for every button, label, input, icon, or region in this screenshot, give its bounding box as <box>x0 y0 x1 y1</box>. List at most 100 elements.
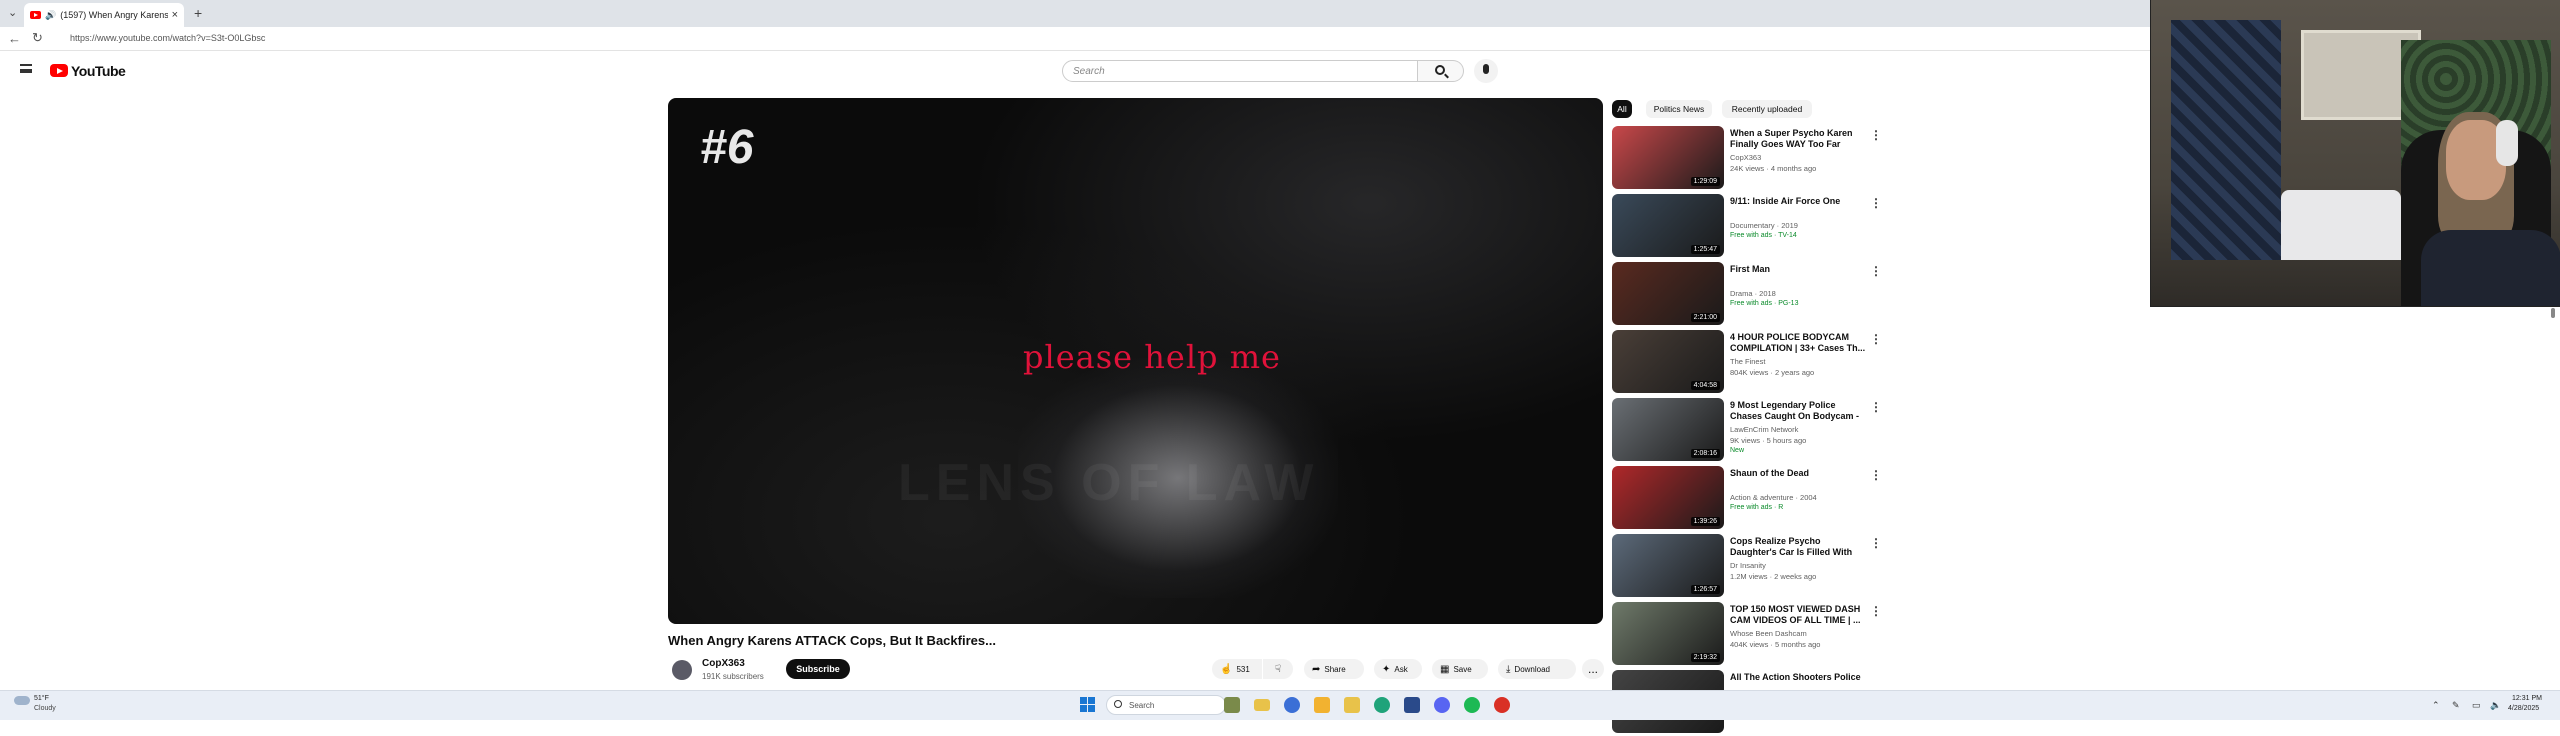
taskbar-discord-icon[interactable] <box>1434 697 1450 713</box>
taskbar-explorer-icon[interactable] <box>1344 697 1360 713</box>
tab-close-icon[interactable]: × <box>172 9 178 21</box>
taskbar-file-explorer-icon[interactable] <box>1254 699 1270 711</box>
weather-condition[interactable]: Cloudy <box>34 705 56 712</box>
save-button[interactable]: ▦ Save <box>1432 659 1488 679</box>
ask-button[interactable]: ✦ Ask <box>1374 659 1422 679</box>
more-options-icon[interactable]: ⋮ <box>1870 468 1882 482</box>
more-actions-button[interactable]: ... <box>1582 659 1604 679</box>
recommended-video[interactable]: 2:21:00 First Man Drama · 2018 Free with ad… <box>1612 262 1882 328</box>
recommended-video-title[interactable]: 4 HOUR POLICE BODYCAM COMPILATION | 33+ … <box>1730 332 1866 354</box>
chip-all[interactable]: All <box>1612 100 1632 118</box>
back-arrow-icon[interactable]: ← <box>8 31 21 46</box>
recommended-video[interactable]: 2:19:32 TOP 150 MOST VIEWED DASH CAM VIDE… <box>1612 602 1882 668</box>
tray-monitor-icon[interactable]: ▭ <box>2472 700 2481 711</box>
recommended-channel-name[interactable]: CopX363 <box>1730 153 1761 162</box>
youtube-logo-text[interactable]: YouTube <box>71 63 126 79</box>
more-options-icon[interactable]: ⋮ <box>1870 400 1882 414</box>
recommended-channel-name[interactable]: The Finest <box>1730 357 1765 366</box>
webcam-overlay <box>2150 0 2560 307</box>
more-options-icon[interactable]: ⋮ <box>1870 196 1882 210</box>
url-field[interactable]: https://www.youtube.com/watch?v=S3t-O0LG… <box>70 33 265 43</box>
subscribe-button[interactable]: Subscribe <box>786 659 850 679</box>
recommended-channel-name[interactable]: Drama · 2018 <box>1730 289 1776 298</box>
video-thumbnail[interactable]: 1:39:26 <box>1612 466 1724 529</box>
video-thumbnail[interactable]: 2:19:32 <box>1612 602 1724 665</box>
chip-recently-uploaded[interactable]: Recently uploaded <box>1722 100 1812 118</box>
recommended-video-title[interactable]: TOP 150 MOST VIEWED DASH CAM VIDEOS OF A… <box>1730 604 1866 626</box>
recommended-video-title[interactable]: Cops Realize Psycho Daughter's Car Is Fi… <box>1730 536 1866 558</box>
voice-search-button[interactable] <box>1474 59 1498 83</box>
video-thumbnail[interactable]: 4:04:58 <box>1612 330 1724 393</box>
taskbar-folder-icon[interactable] <box>1314 697 1330 713</box>
recommended-channel-name[interactable]: Dr Insanity <box>1730 561 1766 570</box>
dislike-button[interactable]: ☟ <box>1263 659 1293 679</box>
cloud-icon[interactable] <box>14 696 30 705</box>
recommended-channel-name[interactable]: Whose Been Dashcam <box>1730 629 1807 638</box>
tab-list-chevron-icon[interactable]: ⌄ <box>8 6 17 19</box>
recommended-channel-name[interactable]: Documentary · 2019 <box>1730 221 1798 230</box>
tray-pen-icon[interactable]: ✎ <box>2452 700 2460 711</box>
video-thumbnail[interactable]: 1:26:57 <box>1612 534 1724 597</box>
recommended-video-title[interactable]: First Man <box>1730 264 1866 275</box>
browser-tab-active[interactable]: 🔊 (1597) When Angry Karens A × <box>24 3 184 27</box>
taskbar-chrome-icon[interactable] <box>1494 697 1510 713</box>
youtube-logo-icon[interactable] <box>50 64 68 77</box>
audio-playing-icon[interactable]: 🔊 <box>45 10 56 21</box>
recommended-video[interactable]: 1:29:09 When a Super Psycho Karen Finally… <box>1612 126 1882 192</box>
search-input[interactable]: Search <box>1062 60 1418 82</box>
recommended-video-title[interactable]: All The Action Shooters Police <box>1730 672 1866 683</box>
new-tab-button[interactable]: + <box>194 5 202 21</box>
chip-politics-news[interactable]: Politics News <box>1646 100 1712 118</box>
video-duration-badge: 1:29:09 <box>1690 177 1720 186</box>
recommended-video[interactable]: 1:25:47 9/11: Inside Air Force One Documen… <box>1612 194 1882 260</box>
download-button[interactable]: ⤓ Download <box>1498 659 1576 679</box>
video-thumbnail[interactable]: 2:21:00 <box>1612 262 1724 325</box>
taskbar-browser-icon[interactable] <box>1284 697 1300 713</box>
search-button[interactable] <box>1418 60 1464 82</box>
recommended-video-title[interactable]: 9 Most Legendary Police Chases Caught On… <box>1730 400 1866 422</box>
taskbar-search-input[interactable]: Search <box>1106 695 1226 715</box>
more-options-icon[interactable]: ⋮ <box>1870 264 1882 278</box>
more-options-icon[interactable]: ⋮ <box>1870 604 1882 618</box>
recommended-channel-name[interactable]: LawEnCrim Network <box>1730 425 1798 434</box>
tray-time[interactable]: 12:31 PM <box>2512 695 2542 702</box>
tray-chevron-up-icon[interactable]: ⌃ <box>2432 700 2440 711</box>
tray-date[interactable]: 4/28/2025 <box>2508 705 2539 712</box>
more-options-icon[interactable]: ⋮ <box>1870 536 1882 550</box>
video-caption-text: please help me <box>1023 338 1281 376</box>
video-thumbnail[interactable]: 1:29:09 <box>1612 126 1724 189</box>
taskbar-spotify-icon[interactable] <box>1464 697 1480 713</box>
more-options-icon[interactable]: ⋮ <box>1870 332 1882 346</box>
scrollbar-thumb[interactable] <box>2551 308 2555 318</box>
youtube-favicon-icon <box>30 11 41 19</box>
recommended-video-title[interactable]: Shaun of the Dead <box>1730 468 1866 479</box>
hamburger-menu-icon[interactable] <box>20 64 32 73</box>
recommended-video-title[interactable]: 9/11: Inside Air Force One <box>1730 196 1866 207</box>
recommended-badge: New <box>1730 447 1745 454</box>
channel-avatar[interactable] <box>672 660 692 680</box>
page-scrollbar[interactable] <box>2550 306 2556 666</box>
recommended-video[interactable]: 2:08:16 9 Most Legendary Police Chases Ca… <box>1612 398 1882 464</box>
recommended-badge: Free with ads · TV-14 <box>1730 232 1797 239</box>
recommended-channel-name[interactable]: Action & adventure · 2004 <box>1730 493 1817 502</box>
windows-start-icon[interactable] <box>1080 697 1095 712</box>
taskbar-store-icon[interactable] <box>1404 697 1420 713</box>
video-thumbnail[interactable]: 1:25:47 <box>1612 194 1724 257</box>
video-thumbnail[interactable]: 2:08:16 <box>1612 398 1724 461</box>
reload-icon[interactable]: ↻ <box>32 30 43 46</box>
weather-temperature[interactable]: 51°F <box>34 695 49 702</box>
share-button[interactable]: ➦ Share <box>1304 659 1364 679</box>
webcam-person-shirt <box>2421 230 2560 306</box>
search-icon <box>1435 65 1445 75</box>
recommended-video[interactable]: 1:39:26 Shaun of the Dead Action & adventu… <box>1612 466 1882 532</box>
channel-name[interactable]: CopX363 <box>702 658 745 669</box>
taskbar-app-game-icon[interactable] <box>1224 697 1240 713</box>
more-options-icon[interactable]: ⋮ <box>1870 128 1882 142</box>
taskbar-edge-icon[interactable] <box>1374 697 1390 713</box>
recommended-video-title[interactable]: When a Super Psycho Karen Finally Goes W… <box>1730 128 1866 150</box>
recommended-video[interactable]: 1:26:57 Cops Realize Psycho Daughter's Ca… <box>1612 534 1882 600</box>
recommended-video[interactable]: 4:04:58 4 HOUR POLICE BODYCAM COMPILATION… <box>1612 330 1882 396</box>
video-player[interactable]: LENS OF LAW #6 please help me <box>668 98 1603 624</box>
tray-speaker-icon[interactable]: 🔈 <box>2490 700 2501 711</box>
like-button[interactable]: ☝ 531 <box>1212 659 1262 679</box>
